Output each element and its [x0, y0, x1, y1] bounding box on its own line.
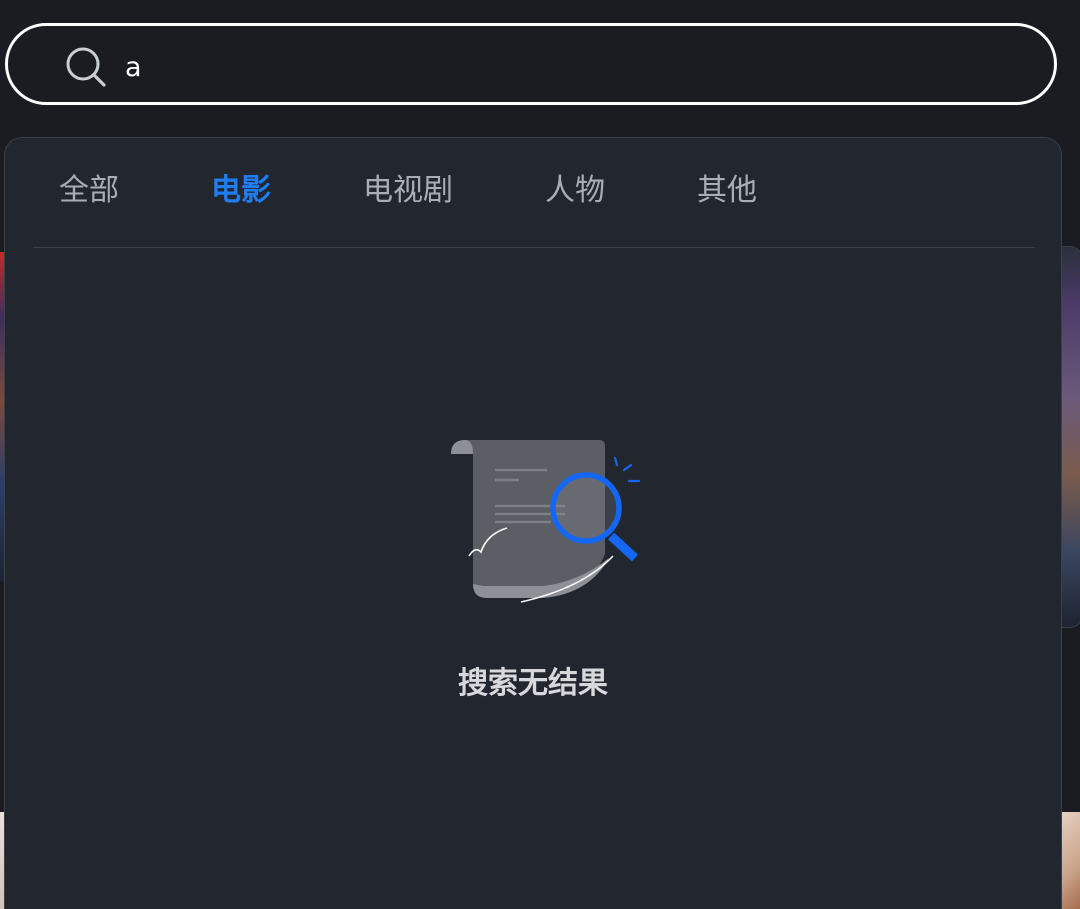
search-icon — [66, 47, 106, 87]
category-tabs: 全部 电影 电视剧 人物 其他 — [33, 138, 1035, 248]
search-input[interactable] — [125, 44, 1005, 90]
tab-tv-series[interactable]: 电视剧 — [363, 168, 453, 214]
no-results-document-magnifier-icon — [451, 440, 641, 603]
tab-movie[interactable]: 电影 — [211, 168, 271, 214]
search-results-panel: 全部 电影 电视剧 人物 其他 搜索无结果 — [4, 137, 1062, 909]
tab-all[interactable]: 全部 — [59, 168, 119, 214]
tab-other[interactable]: 其他 — [697, 168, 757, 214]
search-page: 全部 电影 电视剧 人物 其他 — [0, 0, 1080, 909]
no-results-message: 搜索无结果 — [458, 666, 608, 701]
search-bar[interactable] — [5, 23, 1057, 105]
tab-people[interactable]: 人物 — [545, 168, 605, 214]
